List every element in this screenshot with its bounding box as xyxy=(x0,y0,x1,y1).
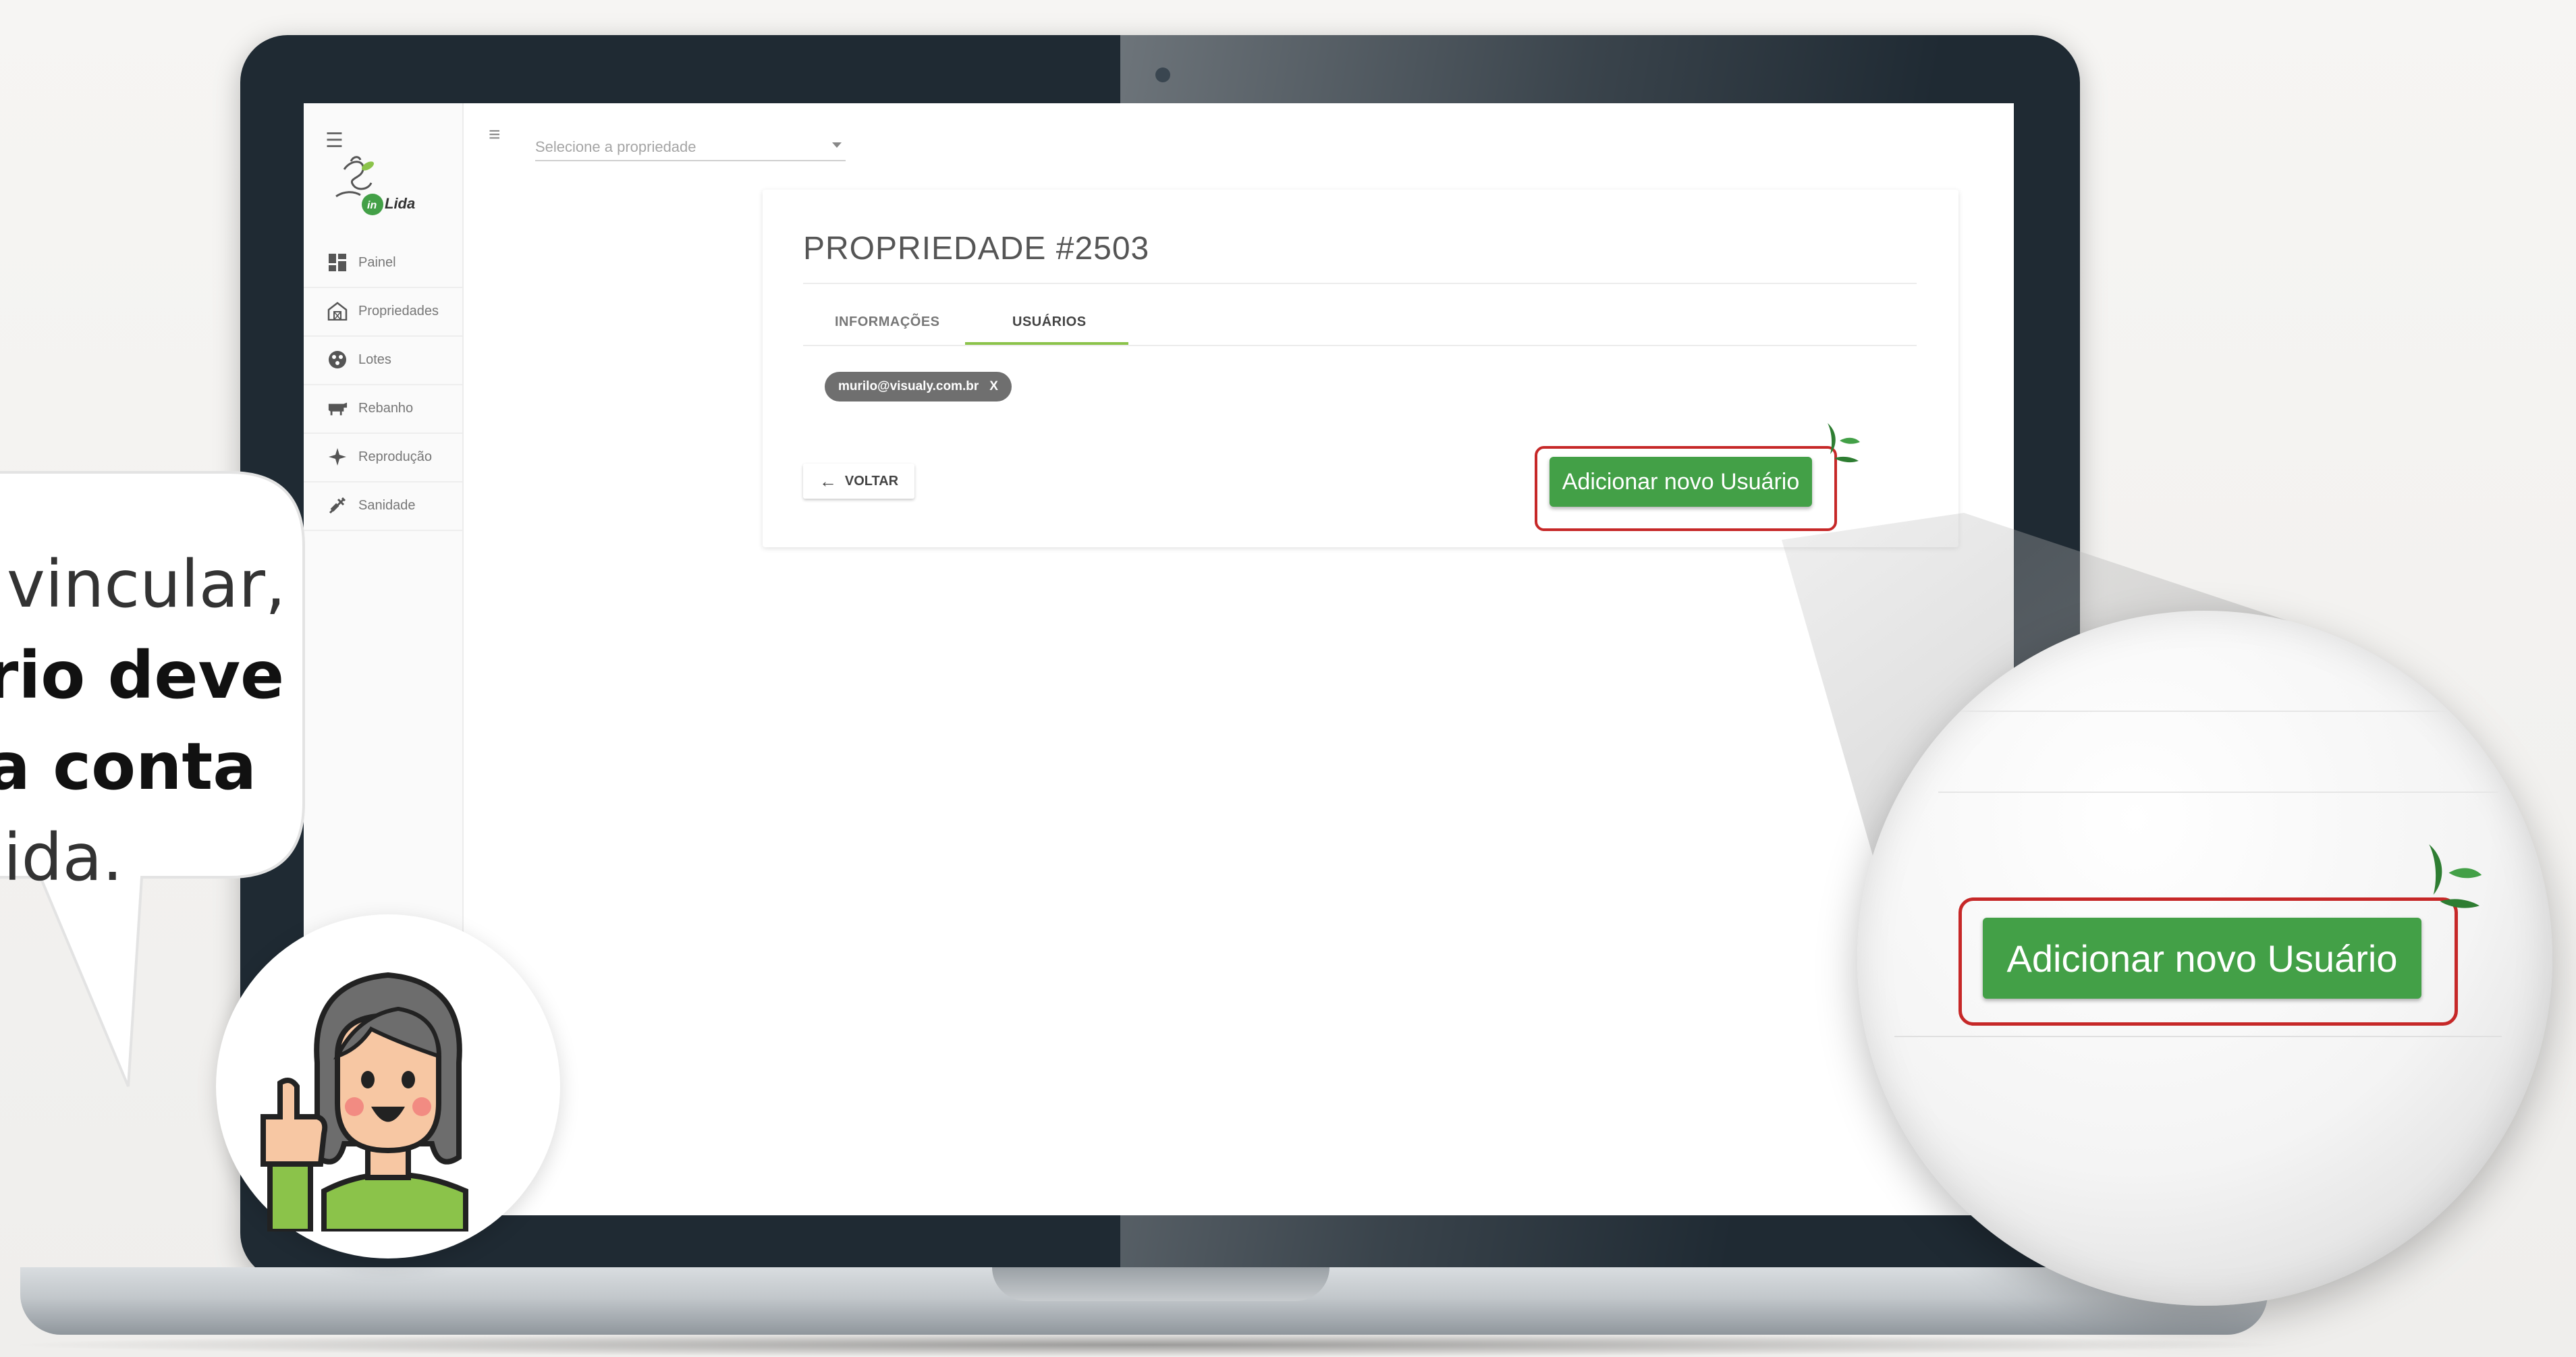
bubble-line-3: a conta xyxy=(0,729,257,804)
divider xyxy=(1894,1036,2502,1037)
divider xyxy=(1938,792,2498,793)
bubble-line-2: rio deve xyxy=(0,638,285,713)
magnifier: Adicionar novo Usuário xyxy=(1857,611,2552,1306)
bubble-line-1: vincular, xyxy=(7,547,286,622)
sparkle-icon xyxy=(2429,844,2482,908)
divider xyxy=(1911,711,2492,712)
add-user-button-zoomed[interactable]: Adicionar novo Usuário xyxy=(1983,918,2421,999)
bubble-line-4: ida. xyxy=(3,820,123,895)
speech-bubble: vincular, rio deve a conta ida. xyxy=(0,472,304,972)
avatar xyxy=(261,972,468,1231)
